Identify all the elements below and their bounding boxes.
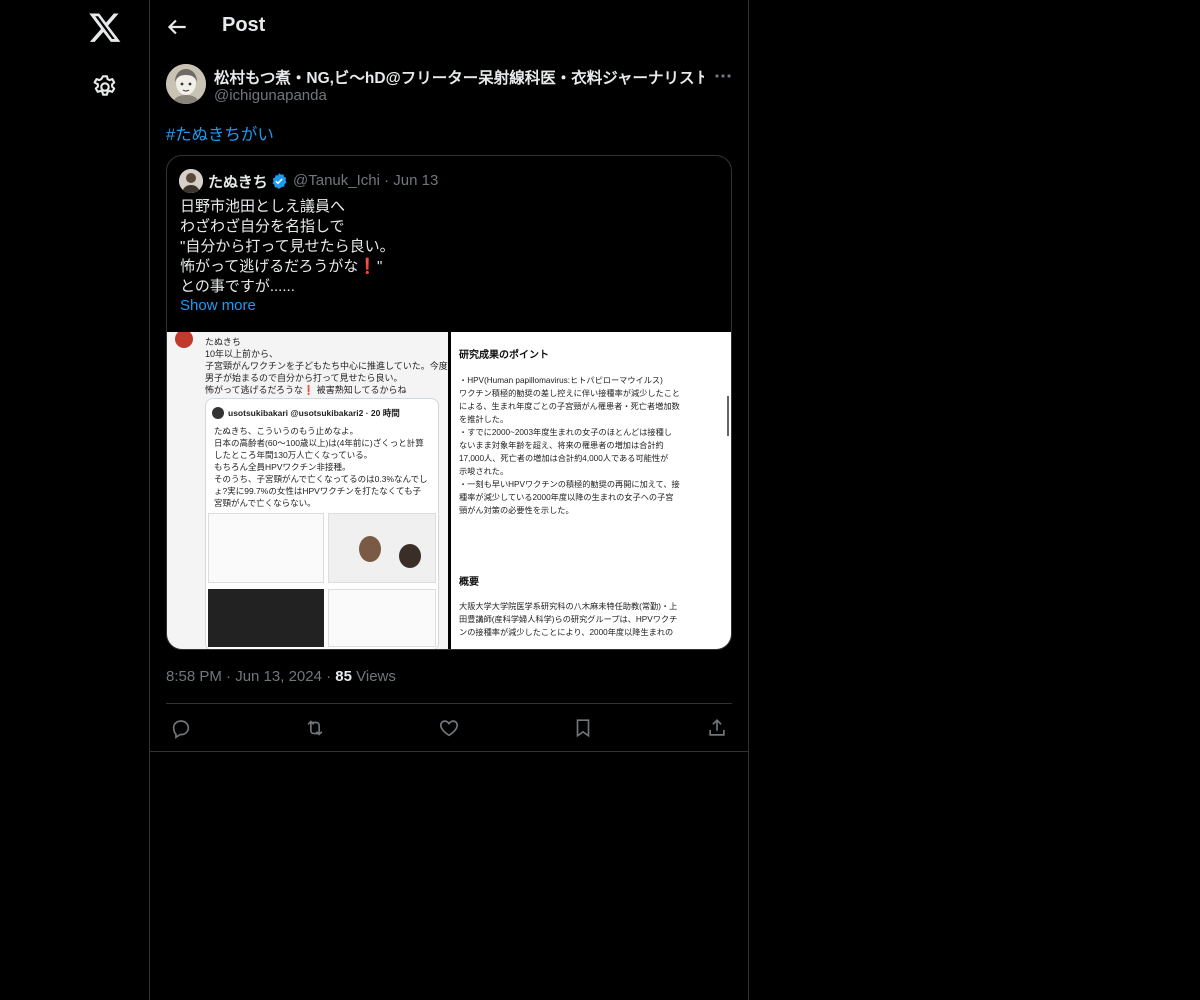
image-scrollbar [727,396,729,436]
verified-badge-icon [272,173,287,189]
image-text: もちろん全員HPVワクチン非接種。 [214,462,351,472]
image-text: 種率が減少している2000年度以降の生まれの女子への子宮 [459,493,674,502]
image-text: ないまま対象年齢を超え、将来の罹患者の増加は合計約 [459,441,664,450]
repost-icon[interactable] [304,717,326,739]
image-text: したところ年間130万人亡くなっている。 [214,450,373,460]
action-bar [166,704,732,752]
quote-line: わざわざ自分を名指しで [180,218,345,235]
author-avatar[interactable] [166,64,206,104]
main-column: Post 松村もつ煮・NG,ビ〜hD@フリーター呆射線科医・衣料ジャーナリスト … [149,0,749,1000]
show-more-link[interactable]: Show more [180,297,256,314]
quote-text: 日野市池田としえ議員へ わざわざ自分を名指しで "自分から打って見せたら良い。 … [180,197,720,297]
image-text: たぬきち、こういうのもう止めなよ。 [214,426,359,436]
post-meta: 8:58 PM · Jun 13, 2024 · 85 Views [166,668,396,685]
image-text: 10年以上前から、 [205,349,279,359]
image-text: 宮頸がんで亡くならない。 [214,498,316,508]
image-text: 男子が始まるので自分から打って見せたら良い。 [205,373,403,383]
quote-line: "自分から打って見せたら良い。 [180,238,395,255]
back-arrow-icon[interactable] [164,14,190,40]
views-label: Views [356,668,396,685]
views-count: 85 [335,668,352,685]
image-heading: 研究成果のポイント [459,350,549,361]
top-bar: Post [150,0,748,54]
image-text: ょ?実に99.7%の女性はHPVワクチンを打たなくても子 [214,486,422,496]
image-text: 示唆された。 [459,467,509,476]
left-nav [0,0,150,1000]
image-inner-panel [208,589,324,647]
bookmark-icon[interactable] [572,717,594,739]
more-options-icon[interactable] [710,63,736,89]
settings-gear-icon[interactable] [91,73,119,101]
image-text: 怖がって逃げるだろうな❗ 被害熟知してるからね [205,385,407,395]
image-text: 子宮頸がんワクチンを子どもたち中心に推進していた。今度 [205,361,448,371]
image-avatar [212,407,224,419]
image-text: ンの接種率が減少したことにより、2000年度以降生まれの [459,628,674,637]
page-title: Post [222,14,266,36]
quote-line: 怖がって逃げるだろうがな❗" [180,258,383,275]
image-text: そのうち、子宮頸がんで亡くなってるのは0.3%なんでし [214,474,428,484]
image-text: 大阪大学大学院医学系研究科の八木麻未特任助教(常勤)・上 [459,602,678,611]
image-text: usotsukibakari @usotsukibakari2 · 20 時間 [228,408,400,418]
image-text: 田豊講師(産科学婦人科学)らの研究グループは、HPVワクチ [459,615,678,624]
image-text: を推計した。 [459,415,509,424]
image-text: 日本の高齢者(60〜100歳以上)は(4年前に)ざくっと計算 [214,438,424,448]
image-text: ・一刻も早いHPVワクチンの積極的勧奨の再開に加えて、接 [459,480,680,489]
image-body-text: ・HPV(Human papillomavirus:ヒトパピローマウイルス) ワ… [459,374,721,517]
quote-media: たぬきち 10年以上前から、 子宮頸がんワクチンを子どもたち中心に推進していた。… [167,332,731,649]
x-logo-icon[interactable] [88,10,122,44]
image-heading: 概要 [459,577,479,588]
media-image-left[interactable]: たぬきち 10年以上前から、 子宮頸がんワクチンを子どもたち中心に推進していた。… [167,332,448,649]
image-text: による、生まれ年度ごとの子宮頸がん罹患者・死亡者増加数 [459,402,680,411]
quote-line: 日野市池田としえ議員へ [180,198,346,215]
quote-line: との事ですが...... [180,278,295,295]
image-text: たぬきち [205,337,241,347]
hashtag-link[interactable]: #たぬきちがい [166,121,274,145]
share-icon[interactable] [706,717,728,739]
image-text: 17,000人、死亡者の増加は合計約4,000人である可能性が [459,454,669,463]
image-embedded-card: usotsukibakari @usotsukibakari2 · 20 時間 … [205,398,439,649]
quoted-post[interactable]: たぬきち @Tanuk_Ichi · Jun 13 日野市池田としえ議員へ わざ… [166,155,732,650]
reply-icon[interactable] [170,717,192,739]
post-timestamp[interactable]: 8:58 PM · Jun 13, 2024 · [166,668,331,685]
image-inner-panel [328,589,436,647]
image-text: ・HPV(Human papillomavirus:ヒトパピローマウイルス) [459,376,663,385]
image-avatar [175,332,193,348]
image-inner-panel [208,513,324,583]
quote-author-avatar [179,169,203,193]
author-handle[interactable]: @ichigunapanda [214,87,327,104]
image-text: ・すでに2000~2003年度生まれの女子のほとんどは接種し [459,428,672,437]
like-heart-icon[interactable] [438,717,460,739]
author-name[interactable]: 松村もつ煮・NG,ビ〜hD@フリーター呆射線科医・衣料ジャーナリスト [214,66,704,88]
quote-handle-date: @Tanuk_Ichi · Jun 13 [293,172,439,189]
media-image-right[interactable]: 研究成果のポイント ・HPV(Human papillomavirus:ヒトパピ… [451,332,731,649]
image-body-text: 大阪大学大学院医学系研究科の八木麻未特任助教(常勤)・上 田豊講師(産科学婦人科… [459,600,721,639]
image-text: 頸がん対策の必要性を示した。 [459,506,574,515]
divider [150,751,748,752]
quote-author-name: たぬきち [208,174,268,191]
image-text: ワクチン積極的勧奨の差し控えに伴い接種率が減少したこと [459,389,681,398]
image-inner-panel [328,513,436,583]
